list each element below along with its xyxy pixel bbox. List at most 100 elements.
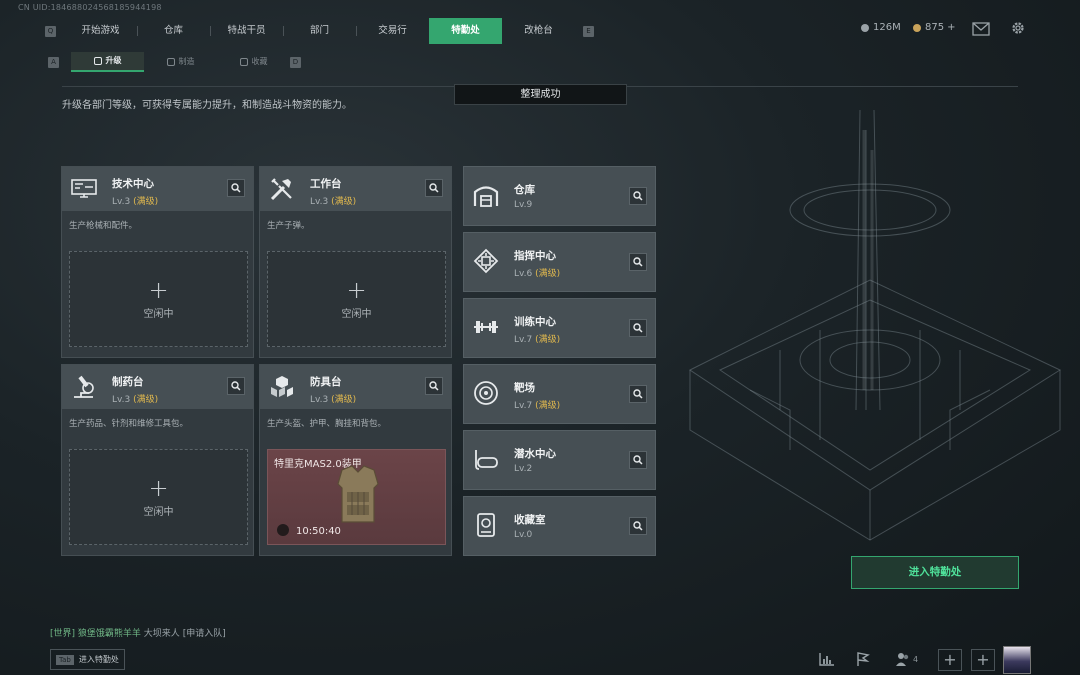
tab-gunsmith[interactable]: 改枪台 [502,18,575,44]
mail-icon[interactable] [972,22,990,36]
dept-training-center[interactable]: 训练中心 Lv.7 (满级) [463,298,656,358]
points-add-button[interactable]: + [947,22,955,33]
training-center-icon [472,313,500,341]
card-workbench[interactable]: 工作台 Lv.3 (满级) 生产子弹。 + 空闲中 [259,166,452,358]
tech-center-icon [70,175,98,203]
coin-icon [861,23,869,32]
collect-icon [239,58,248,66]
idle-label: 空闲中 [143,308,174,320]
chat-sender[interactable]: 狼堡饿霸熊羊羊 [78,629,141,639]
dept-shooting-range[interactable]: 靶场 Lv.7 (满级) [463,364,656,424]
tab-departments[interactable]: 部门 [283,18,356,44]
command-center-icon [472,247,500,275]
subtab-collect-label: 收藏 [251,57,268,66]
dept-title: 靶场 [514,382,535,394]
card-title: 防具台 [310,376,342,388]
tab-operators[interactable]: 特战干员 [210,18,283,44]
tab-trading[interactable]: 交易行 [356,18,429,44]
tab-warehouse[interactable]: 仓库 [137,18,210,44]
subnav-next-key: D [290,56,301,68]
search-button[interactable] [629,451,647,469]
top-nav: Q 开始游戏 仓库 特战干员 部门 交易行 特勤处 改枪台 E [45,18,594,44]
dept-title: 指挥中心 [514,250,556,262]
dept-level: Lv.2 [514,464,533,474]
subtab-collect[interactable]: 收藏 [217,52,290,72]
points-icon [913,23,921,32]
search-icon [231,183,241,193]
search-icon [429,381,439,391]
card-desc: 生产子弹。 [267,221,310,231]
search-button[interactable] [227,179,245,197]
search-icon [633,323,643,333]
diving-center-icon [472,445,500,473]
search-button[interactable] [629,319,647,337]
sub-nav: A 升级 制造 收藏 D [48,52,301,72]
subtab-upgrade-label: 升级 [105,56,122,65]
armor-bench-icon [268,373,296,401]
subtab-upgrade[interactable]: 升级 [71,52,144,72]
dept-command-center[interactable]: 指挥中心 Lv.6 (满级) [463,232,656,292]
dept-level: Lv.9 [514,200,533,210]
card-pharmacy[interactable]: 制药台 Lv.3 (满级) 生产药品、针剂和维修工具包。 + 空闲中 [61,364,254,556]
search-button[interactable] [425,179,443,197]
search-button[interactable] [425,377,443,395]
stats-icon[interactable] [819,652,835,666]
tab-special-ops[interactable]: 特勤处 [429,18,502,44]
dept-warehouse[interactable]: 仓库 Lv.9 [463,166,656,226]
coin-balance[interactable]: 126M [861,22,901,33]
dept-diving-center[interactable]: 潜水中心 Lv.2 [463,430,656,490]
card-title: 工作台 [310,178,342,190]
friends-icon[interactable] [895,651,911,667]
subtab-craft[interactable]: 制造 [144,52,217,72]
plus-icon: + [148,473,169,502]
dept-level: Lv.7 [514,335,533,345]
card-tech-center[interactable]: 技术中心 Lv.3 (满级) 生产枪械和配件。 + 空闲中 [61,166,254,358]
card-desc: 生产药品、针剂和维修工具包。 [69,419,189,429]
card-level: Lv.3 [310,395,329,405]
plus-icon: + [976,650,990,669]
search-button[interactable] [629,517,647,535]
collection-room-icon [472,511,500,539]
chat-message[interactable]: [世界] 狼堡饿霸熊羊羊 大坝来人 [申请入队] [50,626,226,639]
idle-slot[interactable]: + 空闲中 [69,251,248,347]
dept-level: Lv.0 [514,530,533,540]
dept-collection-room[interactable]: 收藏室 Lv.0 [463,496,656,556]
enter-special-ops-button[interactable]: 进入特勤处 [851,556,1019,589]
points-amount: 875 [925,22,945,33]
tab-hint-button[interactable]: Tab 进入特勤处 [50,649,125,670]
player-uid: CN UID:184688024568185944198 [18,3,162,12]
timer-icon [277,524,289,536]
max-level-badge: (满级) [535,269,561,279]
max-level-badge: (满级) [535,401,561,411]
base-wireframe-scene [689,110,1062,541]
plus-icon: + [148,275,169,304]
nav-prev-key: Q [45,25,56,37]
search-button[interactable] [227,377,245,395]
craft-icon [166,58,175,66]
plus-icon: + [346,275,367,304]
search-button[interactable] [629,385,647,403]
search-button[interactable] [629,187,647,205]
card-level: Lv.3 [112,197,131,207]
flag-icon[interactable] [855,651,871,667]
chat-join-link[interactable]: [申请入队] [183,629,226,639]
search-button[interactable] [629,253,647,271]
tab-start-game[interactable]: 开始游戏 [64,18,137,44]
max-level-badge: (满级) [331,197,357,207]
gear-icon[interactable] [1010,20,1026,36]
friends-count: 4 [913,655,919,664]
crafting-slot[interactable]: 特里克MAS2.0装甲 10:50:40 [267,449,446,545]
card-level: Lv.3 [112,395,131,405]
shooting-range-icon [472,379,500,407]
add-slot-button-2[interactable]: + [971,649,995,671]
idle-slot[interactable]: + 空闲中 [267,251,446,347]
idle-slot[interactable]: + 空闲中 [69,449,248,545]
card-armor-bench[interactable]: 防具台 Lv.3 (满级) 生产头盔、护甲、胸挂和背包。 特里克MAS2.0装甲… [259,364,452,556]
coin-amount: 126M [873,22,901,33]
card-title: 技术中心 [112,178,154,190]
points-balance[interactable]: 875 + [913,22,955,33]
add-slot-button-1[interactable]: + [938,649,962,671]
card-desc: 生产头盔、护甲、胸挂和背包。 [267,419,387,429]
player-avatar[interactable] [1003,646,1031,674]
search-icon [633,191,643,201]
